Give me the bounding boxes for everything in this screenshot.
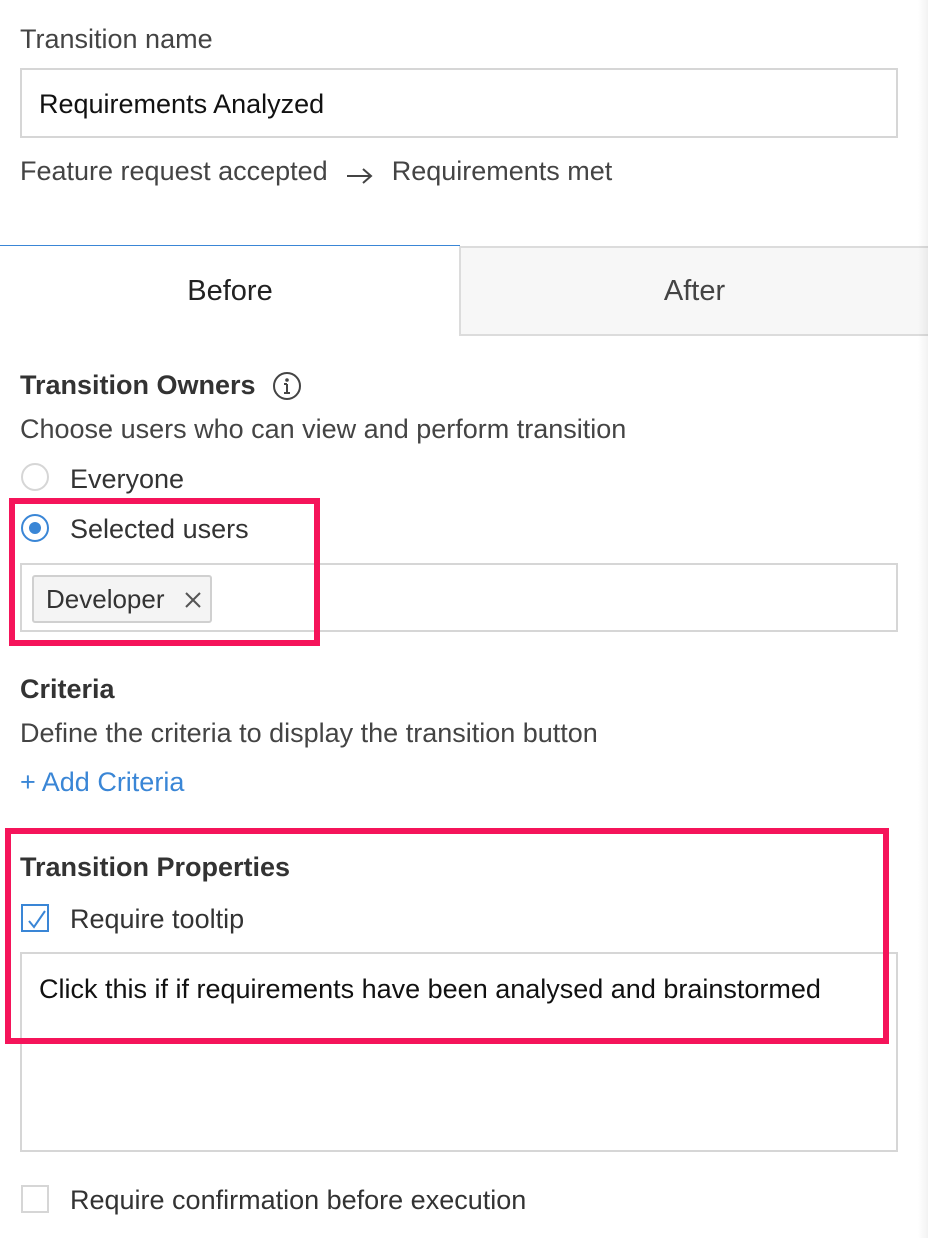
highlight-selected-users: [9, 498, 320, 646]
transition-name-input[interactable]: Requirements Analyzed: [20, 68, 898, 138]
flow-from-state: Feature request accepted: [20, 156, 328, 186]
tab-after-label: After: [663, 274, 726, 307]
transition-name-value: Requirements Analyzed: [39, 89, 325, 119]
transition-name-label: Transition name: [20, 24, 213, 54]
tab-before[interactable]: Before: [0, 246, 460, 336]
add-criteria-link[interactable]: + Add Criteria: [20, 767, 184, 798]
owners-description: Choose users who can view and perform tr…: [20, 414, 627, 444]
panel-edge-shadow: [918, 0, 928, 1238]
require-confirmation-checkbox[interactable]: [21, 1185, 49, 1213]
criteria-description: Define the criteria to display the trans…: [20, 718, 598, 748]
info-icon[interactable]: [272, 371, 302, 401]
transition-flow: Feature request accepted Requirements me…: [20, 156, 612, 187]
tab-after[interactable]: After: [459, 246, 928, 336]
owners-header: Transition Owners: [20, 370, 302, 401]
tab-before-label: Before: [187, 274, 273, 307]
criteria-title: Criteria: [20, 674, 115, 704]
highlight-transition-properties: [5, 828, 889, 1044]
radio-everyone[interactable]: [21, 463, 49, 491]
radio-everyone-label: Everyone: [70, 464, 185, 494]
flow-to-state: Requirements met: [391, 156, 613, 186]
owners-title: Transition Owners: [20, 370, 256, 400]
require-confirmation-label: Require confirmation before execution: [70, 1185, 527, 1215]
arrow-right-icon: [346, 162, 374, 184]
